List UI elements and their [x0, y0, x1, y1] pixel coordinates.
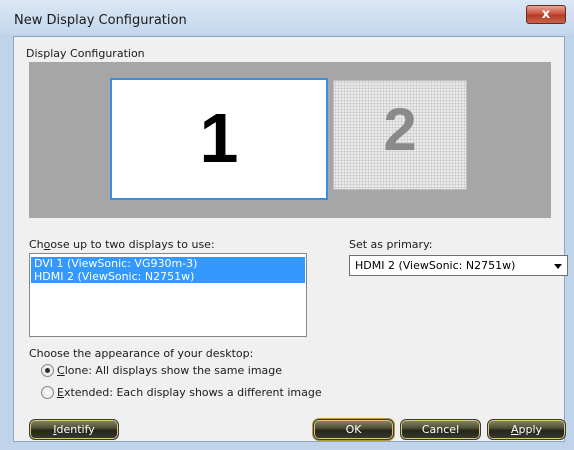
extended-radio[interactable] [41, 386, 54, 399]
primary-display-value: HDMI 2 (ViewSonic: N2751w) [355, 259, 516, 272]
close-icon: x [541, 7, 551, 22]
list-item-dvi1[interactable]: DVI 1 (ViewSonic: VG930m-3) [31, 257, 305, 270]
monitor-2-number: 2 [383, 96, 417, 163]
clone-radio[interactable] [41, 364, 54, 377]
display-configuration-label: Display Configuration [26, 47, 145, 60]
monitor-1-number: 1 [199, 99, 239, 177]
title-bar[interactable]: New Display Configuration x [0, 0, 574, 34]
monitor-1-tile[interactable]: 1 [110, 78, 328, 200]
chevron-down-icon [554, 264, 562, 269]
identify-button[interactable]: Identify [29, 419, 119, 440]
appearance-label: Choose the appearance of your desktop: [29, 347, 254, 360]
extended-label[interactable]: Extended: Each display shows a different… [57, 386, 322, 399]
set-primary-label: Set as primary: [349, 238, 433, 251]
clone-label[interactable]: Clone: All displays show the same image [57, 364, 282, 377]
choose-displays-label: Choose up to two displays to use: [29, 238, 215, 251]
cancel-button[interactable]: Cancel [400, 419, 481, 440]
window-title: New Display Configuration [14, 13, 187, 28]
primary-display-dropdown[interactable]: HDMI 2 (ViewSonic: N2751w) [349, 255, 568, 276]
list-item-hdmi2[interactable]: HDMI 2 (ViewSonic: N2751w) [31, 270, 305, 283]
apply-button[interactable]: Apply [487, 419, 566, 440]
monitor-2-tile[interactable]: 2 [333, 80, 467, 190]
display-listbox[interactable]: DVI 1 (ViewSonic: VG930m-3) HDMI 2 (View… [29, 253, 307, 337]
ok-button[interactable]: OK [313, 419, 394, 440]
close-button[interactable]: x [526, 5, 566, 24]
dialog-window: New Display Configuration x Display Conf… [0, 0, 574, 450]
